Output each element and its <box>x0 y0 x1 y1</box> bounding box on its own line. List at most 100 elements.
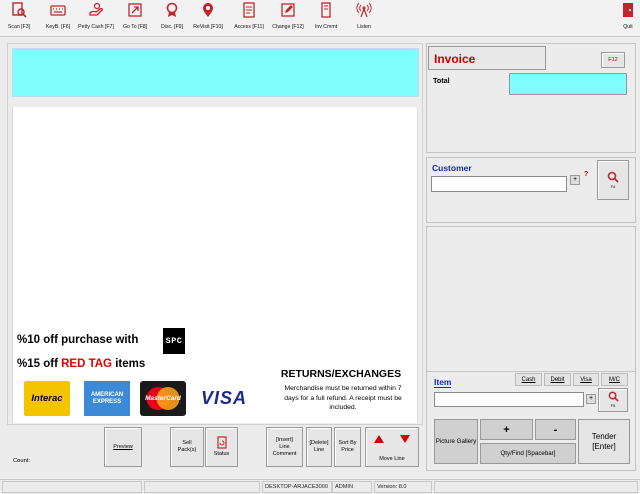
quit-button[interactable]: Quit <box>619 2 637 35</box>
customer-search-input[interactable] <box>431 176 567 192</box>
returns-title: RETURNS/EXCHANGES <box>280 368 402 380</box>
access-label: Access [F11] <box>234 24 264 30</box>
inv-cmmt-label: Inv Cmmt <box>314 24 338 30</box>
promo-line-2: %15 off RED TAG items <box>17 358 145 370</box>
sell-packs-button[interactable]: Sell Pack(s) <box>170 427 204 467</box>
status-cell-6 <box>434 481 638 493</box>
petty-cash-icon <box>89 2 103 16</box>
visa-logo-text: VISA <box>200 388 247 408</box>
search-icon <box>607 171 619 183</box>
access-button[interactable]: Access [F11] <box>232 2 266 35</box>
promo-red-tag-suffix: items <box>115 358 146 370</box>
delete-line-button[interactable]: [Delete] Line <box>306 427 332 467</box>
status-bar: DESKTOP-ARJACE3000 ADMIN Version: 8.0 <box>0 479 640 494</box>
customer-label: Customer <box>432 163 472 173</box>
access-icon <box>243 2 255 18</box>
tender-key-label: [Enter] <box>592 441 616 451</box>
insert-label-2: Line <box>279 443 290 450</box>
invoice-f12-button[interactable]: F12 <box>601 52 625 68</box>
details-section <box>426 226 636 372</box>
move-line-down-button[interactable] <box>394 430 416 448</box>
tender-button[interactable]: Tender [Enter] <box>578 419 630 464</box>
status-cell-2 <box>144 481 260 493</box>
status-user: ADMIN <box>332 481 372 493</box>
total-label: Total <box>433 76 450 85</box>
petty-cash-button[interactable]: Petty Cash [F7] <box>78 2 114 35</box>
inv-cmmt-button[interactable]: Inv Cmmt <box>314 2 338 35</box>
add-customer-button[interactable]: + <box>570 175 580 185</box>
discount-button[interactable]: Disc. [F9] <box>158 2 186 35</box>
change-label: Change [F12] <box>272 24 304 30</box>
search-icon <box>608 391 619 402</box>
delete-label-2: Line <box>313 447 325 453</box>
qty-minus-button[interactable]: - <box>535 419 576 440</box>
status-button[interactable]: Status <box>205 427 238 467</box>
move-line-up-button[interactable] <box>368 430 390 448</box>
discount-label: Disc. [F9] <box>161 24 183 30</box>
count-label: Count: <box>13 458 31 464</box>
status-refresh-icon <box>216 436 227 449</box>
mastercard-logo-text: MasterCard <box>145 395 181 402</box>
change-edit-icon <box>281 3 295 17</box>
goto-icon <box>128 3 142 17</box>
add-item-button[interactable]: + <box>586 394 596 404</box>
quit-label: Quit <box>623 24 633 30</box>
promo-spc-text: %10 off purchase with <box>17 334 139 346</box>
scan-icon <box>12 2 27 18</box>
qty-plus-button[interactable]: + <box>480 419 533 440</box>
item-search-button[interactable]: F5 <box>598 388 628 412</box>
petty-cash-label: Petty Cash [F7] <box>78 24 114 30</box>
move-line-label: Move Line <box>379 456 405 462</box>
sort-by-price-button[interactable]: Sort By Price <box>334 427 361 467</box>
arrow-down-icon <box>400 435 410 443</box>
discount-ribbon-icon <box>166 2 178 17</box>
insert-label-3: Comment <box>272 450 297 457</box>
sell-packs-label-2: Pack(s) <box>177 447 197 453</box>
insert-label-1: [Insert] <box>276 436 293 443</box>
promo-red-tag-highlight: RED TAG <box>61 358 113 370</box>
promo-red-tag-prefix: %15 off <box>17 358 58 370</box>
item-search-input[interactable] <box>434 392 584 407</box>
returns-policy-text: Merchandise must be returned within 7 da… <box>284 385 402 411</box>
mc-button[interactable]: M/C <box>601 373 628 386</box>
preview-button[interactable]: Preview <box>104 427 142 467</box>
preview-button-label: Preview <box>113 443 133 450</box>
item-display-bar <box>12 48 419 97</box>
listen-antenna-icon <box>356 2 372 18</box>
sell-packs-label-1: Sell <box>182 440 192 446</box>
quit-door-icon <box>623 3 633 17</box>
visa-logo: VISA <box>196 381 252 416</box>
interac-logo: Interac <box>24 381 70 416</box>
amex-logo-top: AMERICAN <box>90 391 124 398</box>
keyboard-label: KeyB. [F6] <box>45 24 71 30</box>
scan-label: Scan [F3] <box>7 24 31 30</box>
goto-button[interactable]: Go To [F8] <box>120 2 150 35</box>
revisit-button[interactable]: ReVisit [F10] <box>193 2 223 35</box>
debit-button[interactable]: Debit <box>544 373 571 386</box>
status-machine-name: DESKTOP-ARJACE3000 <box>262 481 332 493</box>
visa-button[interactable]: Visa <box>573 373 599 386</box>
cash-button[interactable]: Cash <box>515 373 542 386</box>
goto-label: Go To [F8] <box>122 24 148 30</box>
main-toolbar: Scan [F3] KeyB. [F6] Petty Cash [F7] Go … <box>0 0 640 37</box>
amex-logo: AMERICAN EXPRESS <box>84 381 130 416</box>
interac-logo-text: Interac <box>31 393 63 404</box>
status-version: Version: 8.0 <box>374 481 432 493</box>
sort-label-2: Price <box>341 447 354 453</box>
listen-button[interactable]: Listen <box>354 2 374 35</box>
keyboard-icon <box>50 5 66 16</box>
invoice-header-button[interactable]: Invoice <box>428 46 546 70</box>
scan-button[interactable]: Scan [F3] <box>6 2 32 35</box>
sort-label-1: Sort By <box>338 440 357 446</box>
customer-search-button[interactable]: F4 <box>597 160 629 200</box>
customer-help-button[interactable]: ? <box>584 171 588 178</box>
keyboard-button[interactable]: KeyB. [F6] <box>43 2 73 35</box>
arrow-up-icon <box>374 435 384 443</box>
qty-find-button[interactable]: Qty/Find [Spacebar] <box>480 443 576 464</box>
invoice-title: Invoice <box>434 52 476 66</box>
insert-line-comment-button[interactable]: [Insert] Line Comment <box>266 427 303 467</box>
picture-gallery-button[interactable]: Picture Gallery <box>434 419 478 464</box>
spc-logo: SPC <box>163 328 185 354</box>
change-button[interactable]: Change [F12] <box>270 2 306 35</box>
customer-search-key: F4 <box>610 183 616 189</box>
